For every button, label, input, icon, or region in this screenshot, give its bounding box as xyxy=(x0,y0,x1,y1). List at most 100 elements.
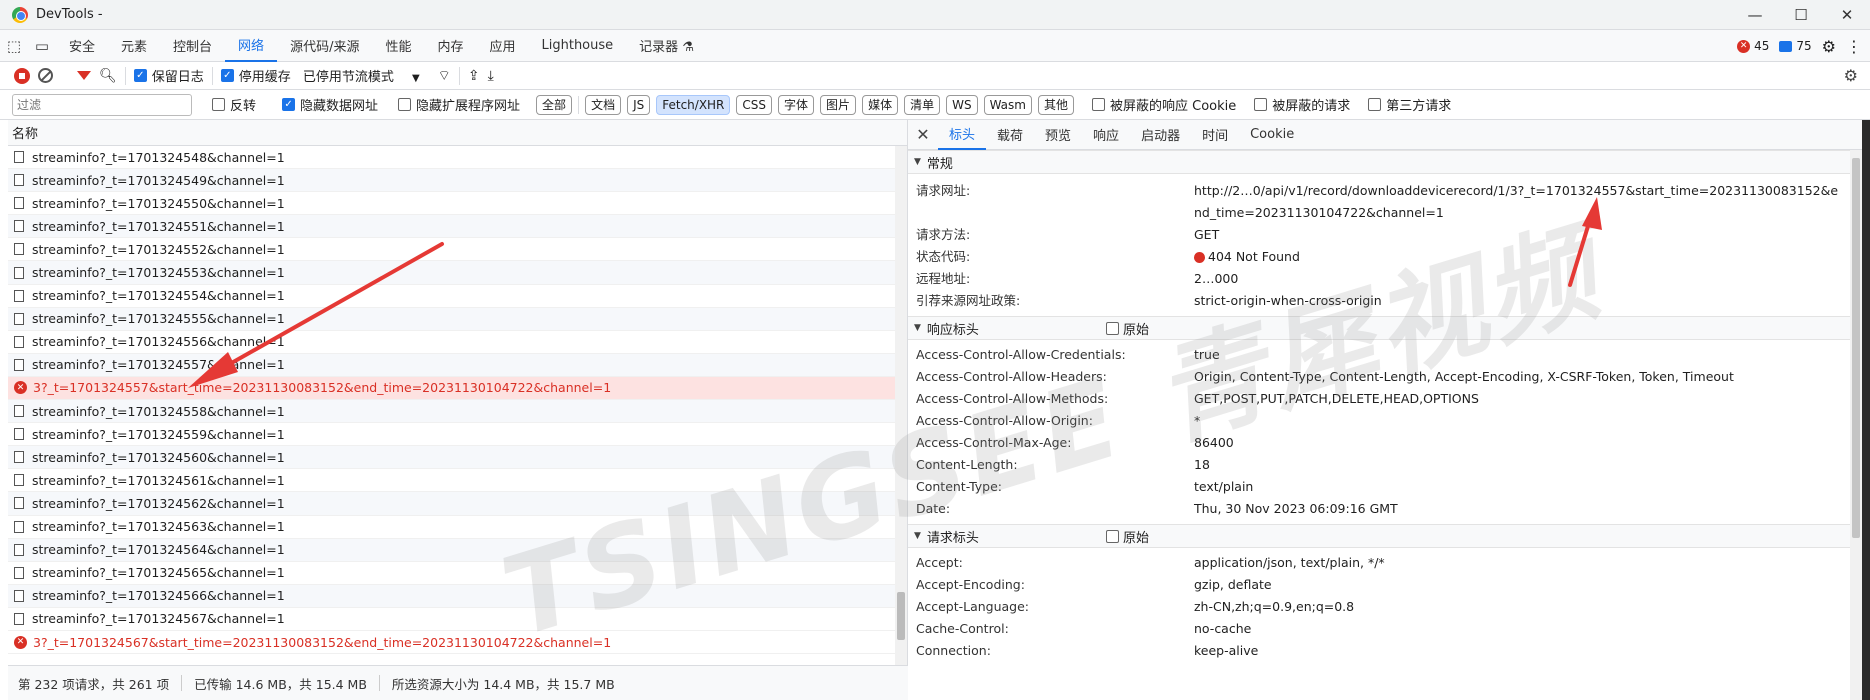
tab-network[interactable]: 网络 xyxy=(225,30,278,62)
preserve-log-check[interactable] xyxy=(133,69,147,82)
tab-application[interactable]: 应用 xyxy=(476,30,528,62)
header-value[interactable]: true xyxy=(1194,344,1844,366)
tab-headers[interactable]: 标头 xyxy=(938,120,987,150)
header-value[interactable]: zh-CN,zh;q=0.9,en;q=0.8 xyxy=(1194,596,1844,618)
table-row[interactable]: streaminfo?_t=1701324562&channel=1 xyxy=(8,492,907,516)
response-raw-check[interactable] xyxy=(1106,321,1119,335)
network-settings-gear-icon[interactable]: ⚙ xyxy=(1844,66,1858,85)
settings-gear-icon[interactable]: ⚙ xyxy=(1822,37,1836,56)
header-value[interactable]: strict-origin-when-cross-origin xyxy=(1194,290,1844,312)
tab-performance[interactable]: 性能 xyxy=(372,30,424,62)
type-filter-manifest[interactable]: 清单 xyxy=(904,94,941,115)
table-row[interactable]: streaminfo?_t=1701324548&channel=1 xyxy=(8,146,907,170)
table-row[interactable]: streaminfo?_t=1701324555&channel=1 xyxy=(8,307,907,331)
header-value[interactable]: no-cache xyxy=(1194,618,1844,640)
tab-security[interactable]: 安全 xyxy=(56,30,108,62)
more-options-icon[interactable]: ⋮ xyxy=(1846,37,1862,56)
third-party-checkbox[interactable]: 第三方请求 xyxy=(1368,95,1451,114)
disable-cache-check[interactable] xyxy=(220,69,234,82)
tab-cookies[interactable]: Cookie xyxy=(1239,120,1305,150)
scrollbar-thumb[interactable] xyxy=(897,592,905,640)
tab-payload[interactable]: 载荷 xyxy=(986,120,1034,150)
type-filter-font[interactable]: 字体 xyxy=(778,94,815,115)
tab-recorder[interactable]: 记录器 ⚗ xyxy=(626,30,707,62)
header-value[interactable]: 18 xyxy=(1194,454,1844,476)
blocked-requests-check[interactable] xyxy=(1254,98,1268,111)
header-value[interactable]: Thu, 30 Nov 2023 06:09:16 GMT xyxy=(1194,498,1844,520)
table-row[interactable]: ✕ 3?_t=1701324557&start_time=202311300831… xyxy=(8,376,907,401)
tab-preview[interactable]: 预览 xyxy=(1034,120,1082,150)
close-details-icon[interactable]: ✕ xyxy=(908,125,938,144)
table-row[interactable]: streaminfo?_t=1701324560&channel=1 xyxy=(8,446,907,470)
response-raw-checkbox[interactable]: 原始 xyxy=(1106,319,1149,338)
table-row[interactable]: streaminfo?_t=1701324558&channel=1 xyxy=(8,400,907,424)
import-har-icon[interactable]: ⇪ xyxy=(468,68,480,84)
header-value[interactable]: application/json, text/plain, */* xyxy=(1194,552,1844,574)
table-row[interactable]: streaminfo?_t=1701324554&channel=1 xyxy=(8,285,907,308)
type-filter-media[interactable]: 媒体 xyxy=(862,94,899,115)
table-row[interactable]: streaminfo?_t=1701324553&channel=1 xyxy=(8,261,907,285)
table-row[interactable]: streaminfo?_t=1701324549&channel=1 xyxy=(8,169,907,193)
inspect-element-icon[interactable]: ⬚ xyxy=(0,32,28,60)
tab-lighthouse[interactable]: Lighthouse xyxy=(529,30,627,62)
close-window-button[interactable]: ✕ xyxy=(1824,0,1870,30)
search-icon[interactable]: 🔍︎ xyxy=(99,68,117,84)
maximize-button[interactable]: ☐ xyxy=(1778,0,1824,30)
type-filter-all[interactable]: 全部 xyxy=(536,94,573,115)
header-value[interactable]: keep-alive xyxy=(1194,640,1844,662)
export-har-icon[interactable]: ⤓ xyxy=(488,68,494,84)
disable-cache-checkbox[interactable]: 停用缓存 xyxy=(220,66,291,85)
tab-timing[interactable]: 时间 xyxy=(1191,120,1239,150)
hide-data-urls-check[interactable] xyxy=(282,98,296,111)
clear-icon[interactable] xyxy=(38,68,53,83)
filter-icon[interactable] xyxy=(77,71,91,80)
type-filter-js[interactable]: JS xyxy=(627,94,651,115)
blocked-cookies-check[interactable] xyxy=(1092,98,1105,111)
table-row[interactable]: streaminfo?_t=1701324564&channel=1 xyxy=(8,538,907,562)
name-column-header[interactable]: 名称 xyxy=(8,120,907,146)
tab-response[interactable]: 响应 xyxy=(1082,120,1130,150)
table-row[interactable]: streaminfo?_t=1701324561&channel=1 xyxy=(8,469,907,493)
table-row[interactable]: streaminfo?_t=1701324565&channel=1 xyxy=(8,562,907,585)
type-filter-other[interactable]: 其他 xyxy=(1037,94,1074,115)
minimize-button[interactable]: — xyxy=(1732,0,1778,30)
table-row[interactable]: streaminfo?_t=1701324566&channel=1 xyxy=(8,584,907,608)
table-row[interactable]: streaminfo?_t=1701324563&channel=1 xyxy=(8,516,907,539)
tab-console[interactable]: 控制台 xyxy=(160,30,225,62)
tab-initiator[interactable]: 启动器 xyxy=(1130,120,1191,150)
tab-sources[interactable]: 源代码/来源 xyxy=(277,30,372,62)
network-conditions-icon[interactable]: ⌔ xyxy=(438,67,451,85)
device-toolbar-icon[interactable]: ▭ xyxy=(28,32,56,60)
type-filter-ws[interactable]: WS xyxy=(946,94,978,115)
preserve-log-checkbox[interactable]: 保留日志 xyxy=(133,66,204,85)
invert-check[interactable] xyxy=(212,98,225,111)
table-row[interactable]: streaminfo?_t=1701324551&channel=1 xyxy=(8,215,907,239)
header-value[interactable]: GET,POST,PUT,PATCH,DELETE,HEAD,OPTIONS xyxy=(1194,388,1844,410)
table-row[interactable]: streaminfo?_t=1701324552&channel=1 xyxy=(8,238,907,262)
header-value[interactable]: 404 Not Found xyxy=(1194,246,1844,268)
request-raw-check[interactable] xyxy=(1106,529,1119,543)
message-count-badge[interactable]: 75 xyxy=(1779,39,1812,53)
table-row[interactable]: streaminfo?_t=1701324559&channel=1 xyxy=(8,423,907,447)
hide-data-urls-checkbox[interactable]: 隐藏数据网址 xyxy=(282,95,378,114)
tab-elements[interactable]: 元素 xyxy=(108,30,160,62)
table-row[interactable]: streaminfo?_t=1701324557&channel=1 xyxy=(8,353,907,377)
blocked-requests-checkbox[interactable]: 被屏蔽的请求 xyxy=(1254,95,1350,114)
table-row[interactable]: streaminfo?_t=1701324567&channel=1 xyxy=(8,608,907,631)
details-scrollbar-thumb[interactable] xyxy=(1852,158,1860,538)
header-value[interactable]: * xyxy=(1194,410,1844,432)
type-filter-wasm[interactable]: Wasm xyxy=(983,94,1032,115)
table-row[interactable]: streaminfo?_t=1701324550&channel=1 xyxy=(8,192,907,216)
header-value[interactable]: Origin, Content-Type, Content-Length, Ac… xyxy=(1194,366,1844,388)
request-raw-checkbox[interactable]: 原始 xyxy=(1106,527,1149,546)
header-value[interactable]: 2…000 xyxy=(1194,268,1844,290)
header-value[interactable]: text/plain xyxy=(1194,476,1844,498)
response-headers-section-header[interactable]: ▼ 响应标头 原始 xyxy=(908,316,1862,340)
type-filter-fetch-xhr[interactable]: Fetch/XHR xyxy=(656,94,731,115)
tab-memory[interactable]: 内存 xyxy=(424,30,476,62)
header-value[interactable]: gzip, deflate xyxy=(1194,574,1844,596)
table-row[interactable]: ✕ 3?_t=1701324567&start_time=202311300831… xyxy=(8,630,907,655)
request-list-scrollbar[interactable] xyxy=(895,146,907,665)
header-value[interactable]: 86400 xyxy=(1194,432,1844,454)
details-scrollbar[interactable] xyxy=(1850,150,1862,700)
